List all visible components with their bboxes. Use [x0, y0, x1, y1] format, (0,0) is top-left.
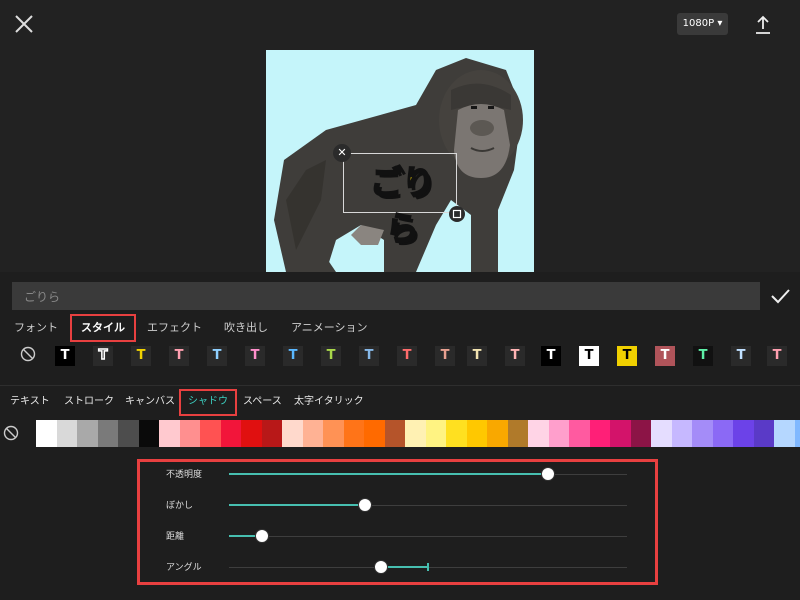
style-preset[interactable]: T	[169, 346, 189, 366]
tab-style[interactable]: スタイル	[70, 314, 136, 342]
angle-label: アングル	[166, 563, 202, 573]
no-color-button[interactable]	[3, 425, 19, 441]
color-swatch[interactable]	[138, 420, 159, 447]
resize-icon	[452, 209, 462, 219]
color-swatch[interactable]	[651, 420, 672, 447]
color-swatch[interactable]	[343, 420, 364, 447]
color-swatch[interactable]	[548, 420, 569, 447]
style-preset[interactable]: T	[55, 346, 75, 366]
color-swatch[interactable]	[220, 420, 241, 447]
style-preset[interactable]: T	[283, 346, 303, 366]
subtab-bold-italic[interactable]: 太字イタリック	[294, 390, 364, 414]
divider	[0, 385, 800, 386]
style-preset[interactable]: T	[767, 346, 787, 366]
color-swatch[interactable]	[589, 420, 610, 447]
color-swatch[interactable]	[384, 420, 405, 447]
color-swatch[interactable]	[261, 420, 282, 447]
color-swatch[interactable]	[364, 420, 385, 447]
color-swatch[interactable]	[97, 420, 118, 447]
color-swatch[interactable]	[528, 420, 549, 447]
subtab-shadow[interactable]: シャドウ	[179, 389, 237, 416]
color-swatch[interactable]	[446, 420, 467, 447]
color-swatch[interactable]	[77, 420, 98, 447]
color-swatch[interactable]	[405, 420, 426, 447]
opacity-label: 不透明度	[166, 470, 203, 480]
color-swatch[interactable]	[692, 420, 713, 447]
color-swatch[interactable]	[569, 420, 590, 447]
distance-slider-thumb[interactable]	[254, 529, 269, 543]
color-swatch[interactable]	[179, 420, 200, 447]
remove-text-button[interactable]: ✕	[333, 144, 351, 162]
color-swatch[interactable]	[36, 420, 57, 447]
distance-slider[interactable]	[229, 536, 627, 537]
color-swatch[interactable]	[733, 420, 754, 447]
blur-label: ぼかし	[166, 501, 194, 511]
close-icon: ✕	[337, 146, 347, 159]
confirm-button[interactable]	[768, 283, 792, 309]
color-swatch[interactable]	[323, 420, 344, 447]
none-icon	[3, 425, 19, 441]
close-button[interactable]	[12, 12, 36, 36]
color-swatch[interactable]	[487, 420, 508, 447]
color-swatch[interactable]	[302, 420, 323, 447]
style-presets: T T T T T T T T T T T T T T T T T T T T	[0, 344, 800, 368]
tab-animation[interactable]: アニメーション	[291, 314, 368, 342]
color-swatch[interactable]	[507, 420, 528, 447]
angle-slider-end-tick	[427, 563, 429, 571]
blur-slider-fill	[229, 504, 365, 506]
export-button[interactable]	[752, 14, 774, 36]
color-swatch[interactable]	[200, 420, 221, 447]
tab-font[interactable]: フォント	[14, 314, 58, 342]
color-swatch[interactable]	[671, 420, 692, 447]
style-preset[interactable]: T	[655, 346, 675, 366]
style-preset[interactable]: T	[505, 346, 525, 366]
subtab-spacing[interactable]: スペース	[243, 390, 282, 414]
sticker-text[interactable]: ごりら	[356, 160, 448, 249]
tab-speech-bubble[interactable]: 吹き出し	[224, 314, 268, 342]
color-swatch[interactable]	[56, 420, 77, 447]
style-preset[interactable]: T	[693, 346, 713, 366]
opacity-slider-fill	[229, 473, 548, 475]
color-swatch[interactable]	[159, 420, 180, 447]
color-swatch[interactable]	[282, 420, 303, 447]
subtab-text[interactable]: テキスト	[10, 390, 50, 414]
style-preset[interactable]: T	[321, 346, 341, 366]
resolution-dropdown[interactable]: 1080P ▾	[677, 13, 728, 35]
color-swatch[interactable]	[241, 420, 262, 447]
color-swatch[interactable]	[794, 420, 800, 447]
text-input[interactable]	[12, 282, 760, 310]
close-icon	[15, 15, 33, 33]
style-preset[interactable]: T	[207, 346, 227, 366]
color-swatch[interactable]	[712, 420, 733, 447]
style-preset[interactable]: T	[579, 346, 599, 366]
resize-handle[interactable]	[449, 206, 465, 222]
subtab-stroke[interactable]: ストローク	[64, 390, 114, 414]
style-preset[interactable]: T	[359, 346, 379, 366]
color-palette	[36, 420, 800, 447]
style-preset[interactable]: T	[93, 346, 113, 366]
style-preset[interactable]: T	[245, 346, 265, 366]
style-preset[interactable]: T	[131, 346, 151, 366]
style-preset[interactable]: T	[541, 346, 561, 366]
style-preset[interactable]: T	[731, 346, 751, 366]
style-preset[interactable]: T	[467, 346, 487, 366]
color-swatch[interactable]	[118, 420, 139, 447]
check-icon	[771, 289, 790, 304]
style-preset[interactable]: T	[397, 346, 417, 366]
color-swatch[interactable]	[610, 420, 631, 447]
color-swatch[interactable]	[753, 420, 774, 447]
color-swatch[interactable]	[466, 420, 487, 447]
color-swatch[interactable]	[425, 420, 446, 447]
upload-icon	[756, 15, 770, 34]
tab-effect[interactable]: エフェクト	[147, 314, 202, 342]
color-swatch[interactable]	[630, 420, 651, 447]
distance-label: 距離	[166, 532, 185, 542]
style-preset[interactable]: T	[435, 346, 455, 366]
style-preset[interactable]: T	[617, 346, 637, 366]
subtab-canvas[interactable]: キャンバス	[125, 390, 175, 414]
color-swatch[interactable]	[774, 420, 795, 447]
